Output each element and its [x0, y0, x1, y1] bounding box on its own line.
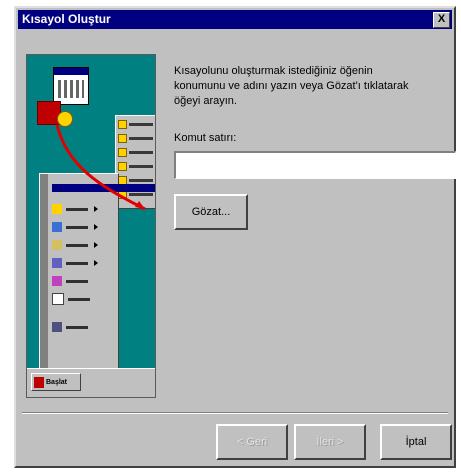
back-button[interactable]: < Geri	[216, 424, 288, 460]
close-button[interactable]: X	[433, 12, 450, 28]
command-line-label: Komut satırı:	[174, 132, 237, 144]
title-bar: Kısayol Oluştur X	[18, 10, 452, 29]
cancel-button[interactable]: İptal	[380, 424, 452, 460]
separator	[22, 412, 448, 414]
command-line-input[interactable]	[174, 151, 456, 179]
next-button[interactable]: İleri >	[294, 424, 366, 460]
window-title: Kısayol Oluştur	[22, 12, 111, 26]
browse-button[interactable]: Gözat...	[174, 194, 248, 230]
close-icon: X	[437, 13, 446, 25]
create-shortcut-dialog: Kısayol Oluştur X Başlat Kısayolunu oluş…	[14, 6, 456, 468]
instructions-text: Kısayolunu oluşturmak istediğiniz öğenin…	[174, 65, 409, 107]
drag-arrow-icon	[55, 124, 146, 211]
wizard-illustration: Başlat	[26, 54, 156, 398]
